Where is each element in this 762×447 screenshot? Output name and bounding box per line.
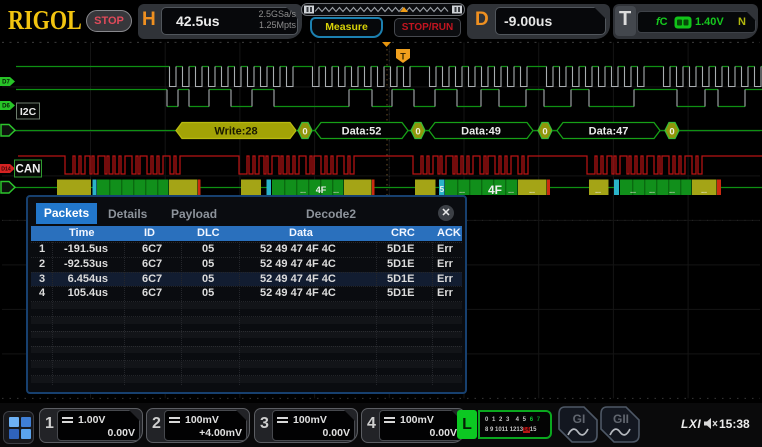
svg-text:Data:49: Data:49 (461, 126, 501, 138)
svg-text:T: T (400, 52, 406, 62)
svg-text:0: 0 (415, 127, 420, 138)
svg-text:...: ... (669, 188, 675, 195)
svg-text:...: ... (508, 188, 514, 195)
svg-text:...: ... (701, 188, 707, 195)
svg-text:...: ... (333, 188, 339, 195)
svg-text:...: ... (630, 188, 636, 195)
svg-text:5: 5 (440, 185, 445, 194)
svg-text:I2C: I2C (20, 106, 37, 118)
svg-text:4F: 4F (316, 185, 327, 195)
svg-text:Data:52: Data:52 (342, 126, 382, 138)
svg-text:0: 0 (302, 127, 307, 138)
svg-text:...: ... (300, 188, 306, 195)
svg-text:...: ... (459, 188, 465, 195)
svg-text:0: 0 (542, 127, 547, 138)
svg-text:Write:28: Write:28 (214, 126, 257, 138)
svg-text:0: 0 (669, 127, 674, 138)
svg-text:GII: GII (613, 412, 629, 426)
svg-text:CAN: CAN (16, 164, 41, 176)
svg-text:...: ... (595, 188, 601, 195)
svg-text:...: ... (649, 188, 655, 195)
svg-text:D14: D14 (1, 167, 11, 173)
svg-text:...: ... (529, 188, 535, 195)
svg-text:Data:47: Data:47 (589, 126, 629, 138)
svg-text:D6: D6 (2, 104, 10, 110)
svg-text:GI: GI (573, 412, 586, 426)
svg-text:D7: D7 (2, 80, 10, 86)
svg-text:4F: 4F (488, 183, 502, 197)
